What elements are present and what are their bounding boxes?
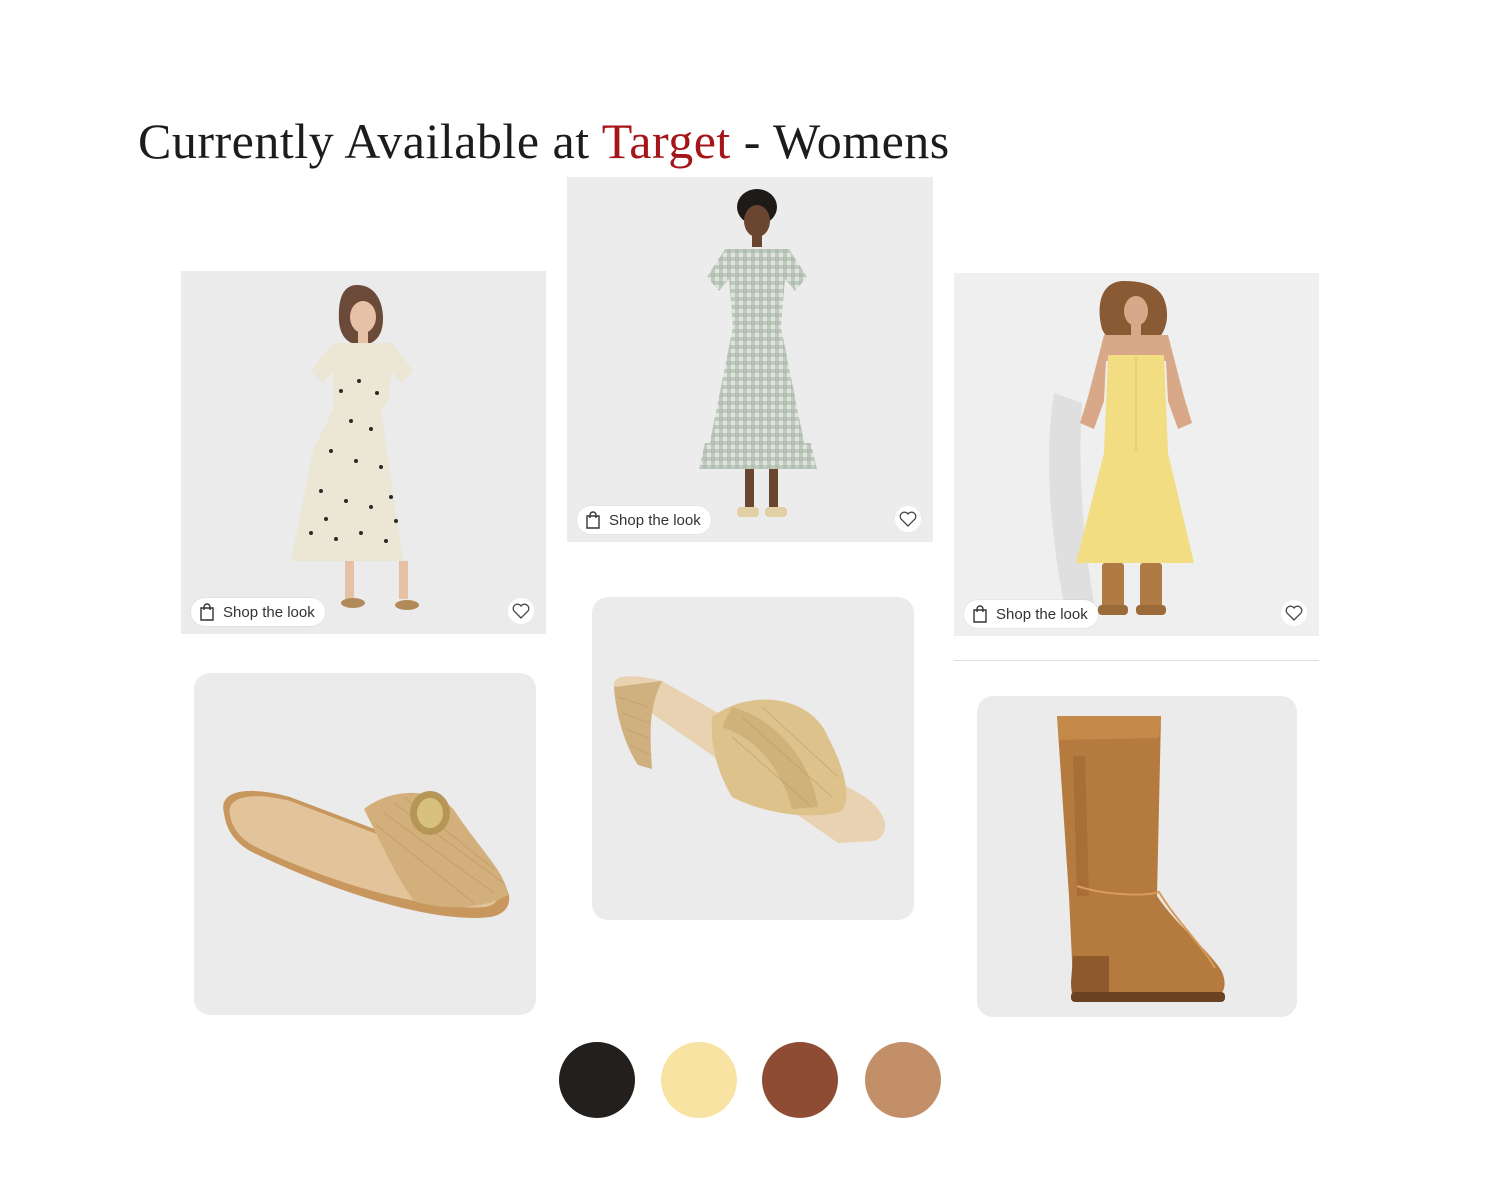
gingham-dress-image — [699, 189, 817, 517]
page-title: Currently Available at Target - Womens — [138, 112, 950, 170]
shopping-bag-icon — [200, 603, 214, 621]
favorite-button[interactable] — [895, 506, 921, 532]
palette-swatch-butter — [661, 1042, 737, 1118]
shop-the-look-button[interactable]: Shop the look — [964, 600, 1098, 628]
palette-swatch-tan — [865, 1042, 941, 1118]
product-card-yellow-dress[interactable]: Shop the look — [954, 273, 1319, 636]
raffia-slide-image — [223, 790, 510, 918]
product-card-floral-dress[interactable]: Shop the look — [181, 271, 546, 634]
shopping-bag-icon — [973, 605, 987, 623]
shop-the-look-label: Shop the look — [996, 605, 1088, 623]
favorite-button[interactable] — [1281, 600, 1307, 626]
favorite-button[interactable] — [508, 598, 534, 624]
shop-the-look-button[interactable]: Shop the look — [577, 506, 711, 534]
product-card-raffia-slide[interactable] — [194, 673, 536, 1015]
shop-the-look-label: Shop the look — [223, 603, 315, 621]
product-card-wedge-sandal[interactable] — [592, 597, 914, 920]
palette-swatch-rust — [762, 1042, 838, 1118]
shopping-bag-icon — [586, 511, 600, 529]
title-suffix: - Womens — [730, 113, 950, 169]
floral-dress-image — [291, 285, 419, 610]
heart-icon — [512, 603, 530, 619]
shop-the-look-button[interactable]: Shop the look — [191, 598, 325, 626]
product-card-tall-boot[interactable] — [977, 696, 1297, 1017]
divider — [954, 660, 1319, 661]
title-brand: Target — [601, 113, 731, 169]
product-card-gingham-dress[interactable]: Shop the look — [567, 177, 933, 542]
wedge-sandal-image — [613, 676, 886, 843]
shop-the-look-label: Shop the look — [609, 511, 701, 529]
title-prefix: Currently Available at — [138, 113, 602, 169]
yellow-dress-image — [1049, 281, 1194, 615]
tall-boot-image — [1057, 716, 1225, 1002]
heart-icon — [1285, 605, 1303, 621]
heart-icon — [899, 511, 917, 527]
palette-swatch-black — [559, 1042, 635, 1118]
